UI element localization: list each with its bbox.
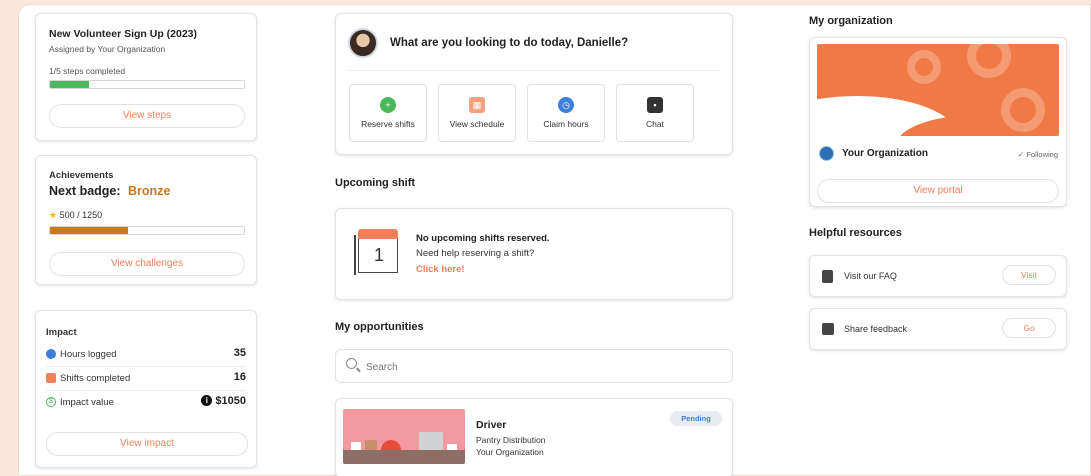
impact-label: Hours logged xyxy=(60,349,117,360)
signup-assigned: Assigned by Your Organization xyxy=(49,44,166,54)
view-steps-button[interactable]: View steps xyxy=(49,104,245,128)
impact-value: 35 xyxy=(233,347,246,359)
signup-steps: 1/5 steps completed xyxy=(49,66,126,76)
opportunity-image xyxy=(343,409,465,464)
reserve-shifts-button[interactable]: + Reserve shifts xyxy=(349,84,427,142)
resource-card-faq: Visit our FAQ Visit xyxy=(809,255,1067,297)
achievements-progress-bar xyxy=(49,226,245,235)
no-shifts-title: No upcoming shifts reserved. xyxy=(416,233,550,244)
following-indicator[interactable]: ✓ Following xyxy=(1018,150,1058,159)
next-badge-value: Bronze xyxy=(128,184,171,198)
greeting-text: What are you looking to do today, Daniel… xyxy=(390,37,629,49)
impact-label: Impact value xyxy=(60,397,114,408)
check-circle-icon: ✓ xyxy=(1017,150,1025,159)
app-frame: New Volunteer Sign Up (2023) Assigned by… xyxy=(18,4,1091,476)
impact-value: $1050 xyxy=(215,395,246,407)
document-icon xyxy=(822,270,833,283)
view-impact-button[interactable]: View impact xyxy=(46,432,248,456)
chat-icon: ▪ xyxy=(647,97,663,113)
next-badge-label: Next badge: xyxy=(49,184,121,198)
impact-label: Shifts completed xyxy=(60,373,131,384)
next-badge: Next badge: Bronze xyxy=(49,184,170,198)
search-input[interactable] xyxy=(366,358,716,376)
view-challenges-button[interactable]: View challenges xyxy=(49,252,245,276)
calendar-icon xyxy=(46,373,56,383)
dollar-icon: $ xyxy=(46,397,56,407)
achievements-heading: Achievements xyxy=(49,170,114,181)
opportunity-line2: Your Organization xyxy=(476,447,544,457)
no-shifts-help: Need help reserving a shift? xyxy=(416,248,535,259)
signup-progress-fill xyxy=(50,81,89,88)
following-label: Following xyxy=(1026,150,1058,159)
impact-row-hours: Hours logged 35 xyxy=(46,343,246,367)
view-schedule-button[interactable]: ▦ View schedule xyxy=(438,84,516,142)
action-label: Chat xyxy=(646,119,664,129)
opportunities-heading: My opportunities xyxy=(335,321,424,333)
upcoming-card: 1 No upcoming shifts reserved. Need help… xyxy=(335,208,733,300)
impact-row-shifts: Shifts completed 16 xyxy=(46,367,246,391)
action-label: Claim hours xyxy=(543,119,589,129)
resources-heading: Helpful resources xyxy=(809,227,902,239)
clock-icon xyxy=(46,349,56,359)
calendar-illustration-icon: 1 xyxy=(354,229,400,275)
resource-card-feedback: Share feedback Go xyxy=(809,308,1067,350)
impact-value-wrap: i $1050 xyxy=(201,395,246,407)
calendar-icon: ▦ xyxy=(469,97,485,113)
globe-icon xyxy=(819,146,834,161)
signup-title: New Volunteer Sign Up (2023) xyxy=(49,28,197,40)
info-icon[interactable]: i xyxy=(201,395,213,406)
signup-card: New Volunteer Sign Up (2023) Assigned by… xyxy=(35,13,257,141)
search-icon xyxy=(346,358,357,369)
greeting-divider xyxy=(348,70,720,71)
action-label: View schedule xyxy=(449,119,505,129)
avatar xyxy=(348,28,378,58)
plus-icon: + xyxy=(380,97,396,113)
claim-hours-button[interactable]: ◷ Claim hours xyxy=(527,84,605,142)
chat-button[interactable]: ▪ Chat xyxy=(616,84,694,142)
greeting-card: What are you looking to do today, Daniel… xyxy=(335,13,733,155)
resource-label: Visit our FAQ xyxy=(844,271,897,281)
opportunity-title: Driver xyxy=(476,419,507,431)
upcoming-heading: Upcoming shift xyxy=(335,177,416,189)
points-value: 500 / 1250 xyxy=(59,210,103,220)
action-label: Reserve shifts xyxy=(361,119,415,129)
achievements-card: Achievements Next badge: Bronze ★ 500 / … xyxy=(35,155,257,285)
visit-button[interactable]: Visit xyxy=(1002,265,1056,285)
organization-banner xyxy=(817,44,1059,136)
status-badge: Pending xyxy=(670,411,722,426)
opportunity-line1: Pantry Distribution xyxy=(476,435,546,445)
click-here-link[interactable]: Click here! xyxy=(416,264,465,275)
impact-heading: Impact xyxy=(46,327,77,338)
signup-progress-bar xyxy=(49,80,245,89)
points-row: ★ 500 / 1250 xyxy=(49,210,102,221)
go-button[interactable]: Go xyxy=(1002,318,1056,338)
impact-row-value: $ Impact value i $1050 xyxy=(46,391,246,415)
opportunity-card[interactable]: Driver Pantry Distribution Your Organiza… xyxy=(335,398,733,476)
organization-name: Your Organization xyxy=(842,148,928,159)
search-icon-handle xyxy=(356,367,361,373)
impact-value: 16 xyxy=(233,371,246,383)
achievements-progress-fill xyxy=(50,227,128,234)
impact-card: Impact Hours logged 35 Shifts completed … xyxy=(35,310,257,468)
star-icon: ★ xyxy=(49,210,58,220)
search-box[interactable] xyxy=(335,349,733,383)
calendar-day: 1 xyxy=(374,245,385,265)
stopwatch-icon: ◷ xyxy=(558,97,574,113)
resource-label: Share feedback xyxy=(844,324,908,334)
feedback-icon xyxy=(822,323,834,335)
organization-heading: My organization xyxy=(809,15,893,27)
view-portal-button[interactable]: View portal xyxy=(817,179,1059,203)
organization-card: Your Organization ✓ Following View porta… xyxy=(809,37,1067,207)
